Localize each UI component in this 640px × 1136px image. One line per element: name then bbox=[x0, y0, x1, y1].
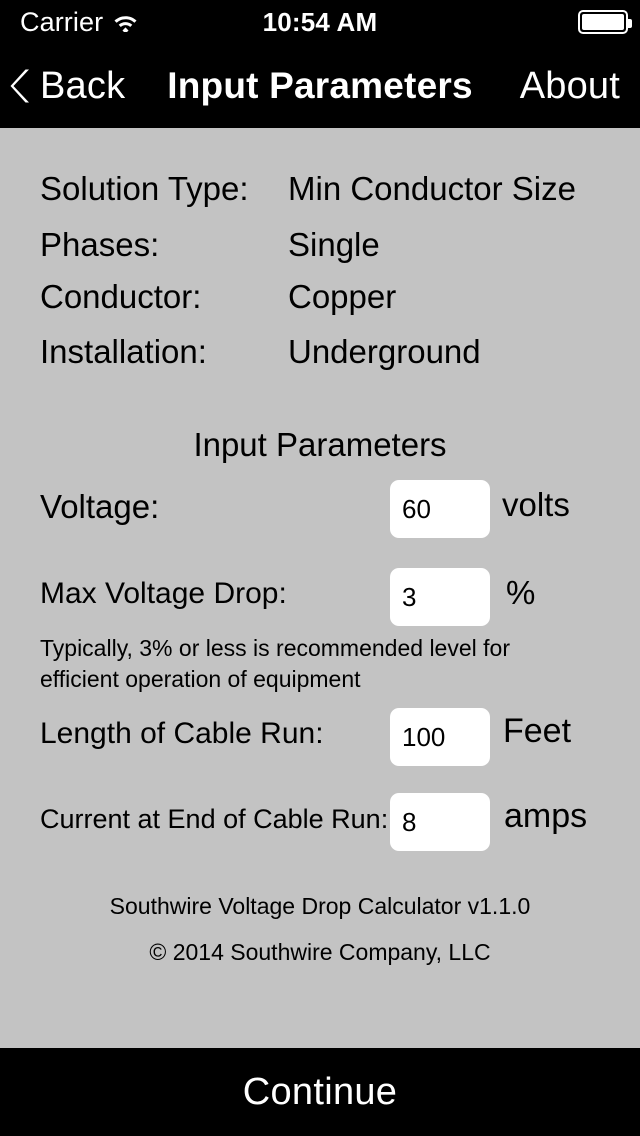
field-row-current: Current at End of Cable Run: amps bbox=[0, 793, 640, 851]
app-version-label: Southwire Voltage Drop Calculator v1.1.0 bbox=[109, 893, 531, 919]
summary-row-solution-type: Solution Type: Min Conductor Size bbox=[0, 168, 640, 210]
current-input[interactable] bbox=[390, 793, 490, 851]
summary-label: Solution Type: bbox=[40, 170, 249, 207]
battery-full-icon bbox=[578, 10, 632, 34]
summary-label: Installation: bbox=[40, 333, 207, 370]
summary-row-installation: Installation: Underground bbox=[0, 331, 640, 373]
field-row-max-voltage-drop: Max Voltage Drop: % bbox=[0, 568, 640, 626]
summary-label: Conductor: bbox=[40, 278, 202, 315]
current-label: Current at End of Cable Run: bbox=[40, 804, 389, 834]
about-button[interactable]: About bbox=[520, 44, 620, 128]
max-voltage-drop-input[interactable] bbox=[390, 568, 490, 626]
copyright-label: © 2014 Southwire Company, LLC bbox=[149, 939, 491, 965]
battery-fill bbox=[582, 14, 624, 30]
summary-row-conductor: Conductor: Copper bbox=[0, 276, 640, 318]
status-bar-right bbox=[578, 0, 632, 44]
cable-length-label: Length of Cable Run: bbox=[40, 717, 324, 750]
section-heading: Input Parameters bbox=[193, 426, 447, 463]
max-voltage-drop-unit: % bbox=[506, 574, 536, 611]
summary-row-phases: Phases: Single bbox=[0, 224, 640, 266]
field-row-voltage: Voltage: volts bbox=[0, 480, 640, 538]
continue-button[interactable]: Continue bbox=[0, 1048, 640, 1136]
cable-length-unit: Feet bbox=[503, 712, 572, 750]
field-row-cable-length: Length of Cable Run: Feet bbox=[0, 708, 640, 766]
voltage-input[interactable] bbox=[390, 480, 490, 538]
summary-value: Underground bbox=[288, 333, 481, 370]
max-voltage-drop-hint: Typically, 3% or less is recommended lev… bbox=[40, 635, 510, 692]
content-area: Solution Type: Min Conductor Size Phases… bbox=[0, 128, 640, 1048]
voltage-unit: volts bbox=[502, 486, 570, 523]
summary-value: Single bbox=[288, 226, 380, 263]
summary-value: Min Conductor Size bbox=[288, 170, 576, 207]
continue-button-label: Continue bbox=[242, 1070, 398, 1113]
current-unit: amps bbox=[504, 797, 588, 835]
navigation-bar: Back Input Parameters About bbox=[0, 44, 640, 128]
summary-label: Phases: bbox=[40, 226, 160, 263]
cable-length-input[interactable] bbox=[390, 708, 490, 766]
max-voltage-drop-label: Max Voltage Drop: bbox=[40, 577, 287, 610]
voltage-label: Voltage: bbox=[40, 488, 160, 525]
app-screen: Carrier 10:54 AM Back Input Parameters A… bbox=[0, 0, 640, 1136]
status-bar: Carrier 10:54 AM bbox=[0, 0, 640, 44]
status-bar-clock: 10:54 AM bbox=[262, 6, 378, 37]
summary-value: Copper bbox=[288, 278, 397, 315]
